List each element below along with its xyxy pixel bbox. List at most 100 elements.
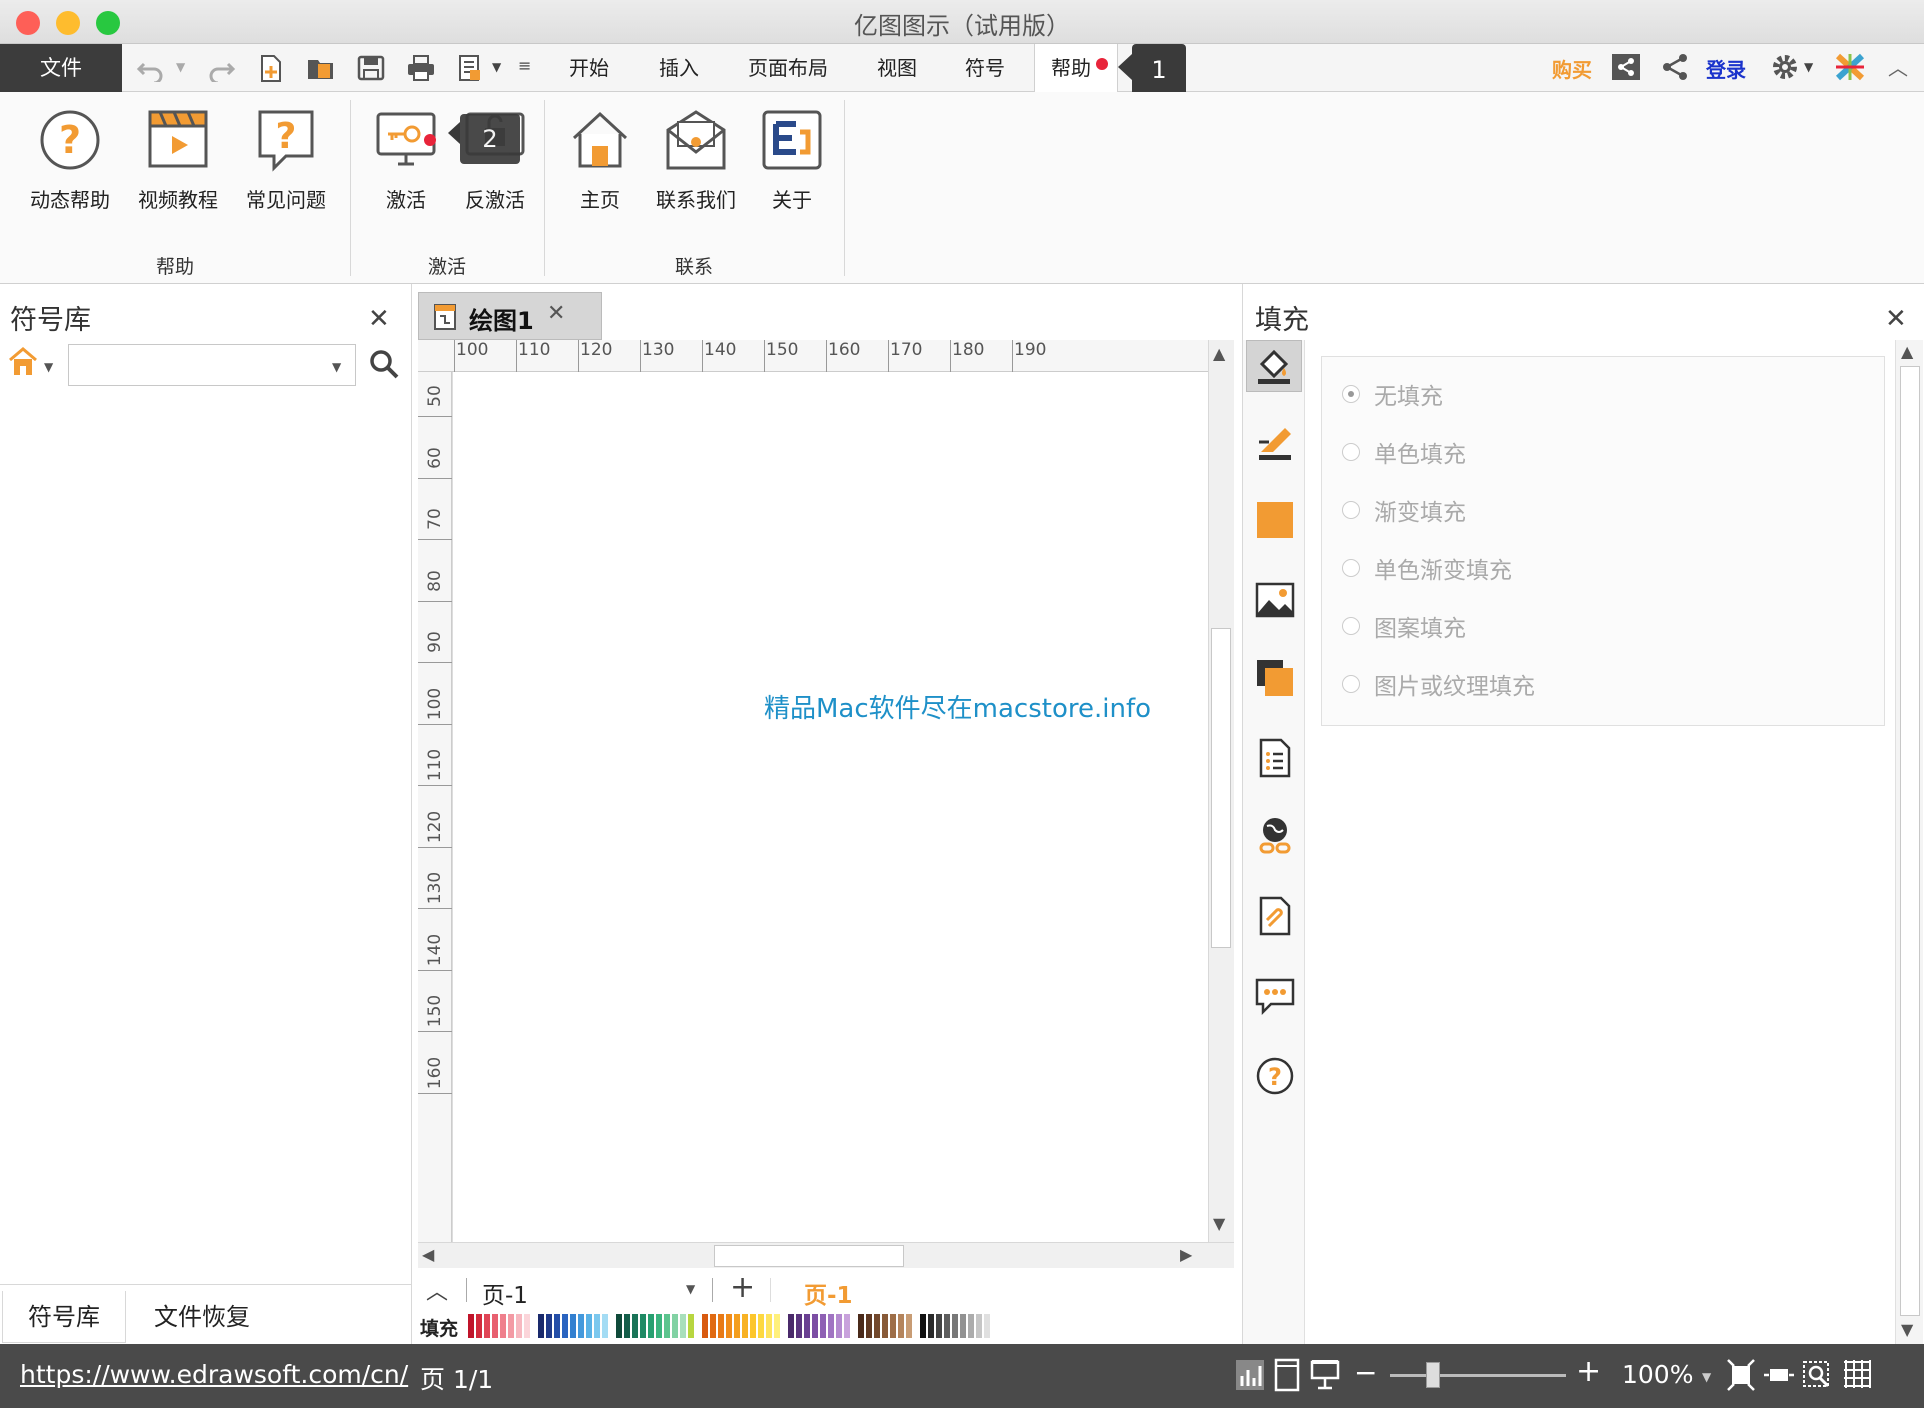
color-swatch[interactable] — [726, 1314, 732, 1338]
symbol-search-input[interactable] — [68, 344, 356, 386]
page-select[interactable]: 页-1 — [482, 1276, 528, 1310]
page-setup-dropdown-icon[interactable]: ▼ — [492, 60, 501, 74]
color-swatch[interactable] — [546, 1314, 552, 1338]
web-view-icon[interactable] — [1274, 1358, 1300, 1392]
fill-panel-scroll-thumb[interactable] — [1900, 366, 1920, 1316]
drawing-canvas[interactable] — [452, 372, 1208, 1242]
color-swatch[interactable] — [968, 1314, 974, 1338]
color-swatch[interactable] — [524, 1314, 530, 1338]
color-swatch[interactable] — [672, 1314, 678, 1338]
radio-button[interactable] — [1342, 443, 1360, 461]
line-pen-icon[interactable] — [1253, 420, 1297, 464]
color-swatch[interactable] — [944, 1314, 950, 1338]
color-swatch[interactable] — [570, 1314, 576, 1338]
color-swatch[interactable] — [952, 1314, 958, 1338]
presentation-icon[interactable] — [1310, 1358, 1340, 1392]
close-tab-icon[interactable]: ✕ — [547, 301, 565, 326]
color-swatch[interactable] — [866, 1314, 872, 1338]
color-swatch[interactable] — [718, 1314, 724, 1338]
scroll-right-icon[interactable]: ▶ — [1180, 1245, 1192, 1264]
zoom-out-button[interactable]: − — [1354, 1356, 1377, 1389]
color-swatch[interactable] — [874, 1314, 880, 1338]
search-icon[interactable] — [368, 348, 400, 380]
undo-icon[interactable] — [136, 54, 166, 82]
zoom-in-button[interactable]: + — [1576, 1354, 1601, 1389]
file-menu-button[interactable]: 文件 — [0, 44, 122, 92]
edraw-logo-icon[interactable] — [1834, 52, 1866, 82]
buy-link[interactable]: 购买 — [1552, 54, 1592, 83]
shadow-square-icon[interactable] — [1253, 498, 1297, 542]
scroll-down-icon[interactable]: ▼ — [1901, 1320, 1913, 1339]
color-swatch[interactable] — [468, 1314, 474, 1338]
fill-bucket-icon[interactable] — [1246, 340, 1302, 392]
color-swatch[interactable] — [538, 1314, 544, 1338]
fill-option-solid[interactable]: 单色填充 — [1342, 435, 1466, 469]
color-swatch[interactable] — [774, 1314, 780, 1338]
color-swatch[interactable] — [976, 1314, 982, 1338]
close-icon[interactable]: ✕ — [1885, 304, 1907, 334]
color-swatch[interactable] — [828, 1314, 834, 1338]
color-swatch[interactable] — [492, 1314, 498, 1338]
attachment-document-icon[interactable] — [1253, 894, 1297, 938]
fill-panel-scrollbar[interactable]: ▲ ▼ — [1895, 340, 1923, 1344]
share-icon[interactable] — [1660, 52, 1690, 82]
color-swatch[interactable] — [484, 1314, 490, 1338]
color-swatch[interactable] — [664, 1314, 670, 1338]
settings-gear-icon[interactable] — [1770, 52, 1800, 82]
color-swatch[interactable] — [928, 1314, 934, 1338]
color-swatch[interactable] — [554, 1314, 560, 1338]
color-swatch[interactable] — [594, 1314, 600, 1338]
vertical-scroll-thumb[interactable] — [1211, 628, 1231, 948]
color-swatch[interactable] — [836, 1314, 842, 1338]
color-swatch[interactable] — [820, 1314, 826, 1338]
scroll-up-icon[interactable]: ▲ — [1213, 344, 1225, 363]
color-swatch[interactable] — [812, 1314, 818, 1338]
tab-insert[interactable]: 插入 — [646, 44, 712, 92]
color-swatch[interactable] — [508, 1314, 514, 1338]
color-swatch[interactable] — [578, 1314, 584, 1338]
color-swatch[interactable] — [750, 1314, 756, 1338]
search-dropdown-icon[interactable]: ▼ — [332, 360, 341, 374]
zoom-slider-thumb[interactable] — [1426, 1362, 1440, 1388]
color-swatch[interactable] — [648, 1314, 654, 1338]
zoom-level[interactable]: 100% — [1622, 1360, 1693, 1389]
color-swatch[interactable] — [890, 1314, 896, 1338]
color-swatch[interactable] — [906, 1314, 912, 1338]
page-setup-icon[interactable] — [456, 54, 486, 82]
library-home-dropdown-icon[interactable]: ▼ — [44, 360, 53, 374]
vertical-scrollbar[interactable]: ▲ ▼ — [1208, 340, 1234, 1242]
color-swatch[interactable] — [796, 1314, 802, 1338]
about-button[interactable]: 关于 — [752, 108, 832, 213]
color-swatch[interactable] — [742, 1314, 748, 1338]
color-swatch[interactable] — [640, 1314, 646, 1338]
fill-option-pattern[interactable]: 图案填充 — [1342, 609, 1466, 643]
open-folder-icon[interactable] — [306, 54, 336, 82]
radio-button[interactable] — [1342, 559, 1360, 577]
expand-pages-icon[interactable]: ︿ — [426, 1274, 448, 1306]
faq-button[interactable]: ? 常见问题 — [236, 108, 336, 213]
radio-button[interactable] — [1342, 675, 1360, 693]
color-swatch[interactable] — [844, 1314, 850, 1338]
tab-file-recovery[interactable]: 文件恢复 — [134, 1291, 270, 1343]
color-swatch[interactable] — [516, 1314, 522, 1338]
image-icon[interactable] — [1253, 578, 1297, 622]
fill-option-none[interactable]: 无填充 — [1342, 377, 1443, 411]
color-swatch[interactable] — [734, 1314, 740, 1338]
color-swatch[interactable] — [632, 1314, 638, 1338]
contact-us-button[interactable]: 联系我们 — [646, 108, 746, 213]
scroll-up-icon[interactable]: ▲ — [1901, 342, 1913, 361]
zoom-slider-track[interactable] — [1390, 1374, 1566, 1377]
settings-dropdown-icon[interactable]: ▼ — [1804, 60, 1813, 74]
horizontal-scroll-thumb[interactable] — [714, 1245, 904, 1267]
tab-start[interactable]: 开始 — [556, 44, 622, 92]
color-swatch[interactable] — [586, 1314, 592, 1338]
layer-shadow-icon[interactable] — [1253, 656, 1297, 700]
hyperlink-globe-icon[interactable] — [1253, 814, 1297, 858]
color-swatch[interactable] — [602, 1314, 608, 1338]
zoom-dropdown-icon[interactable]: ▼ — [1702, 1370, 1711, 1384]
fit-page-icon[interactable] — [1726, 1358, 1756, 1392]
document-list-icon[interactable] — [1253, 736, 1297, 780]
zoom-area-icon[interactable] — [1802, 1358, 1832, 1392]
fit-width-icon[interactable] — [1764, 1358, 1794, 1392]
color-swatch[interactable] — [616, 1314, 622, 1338]
